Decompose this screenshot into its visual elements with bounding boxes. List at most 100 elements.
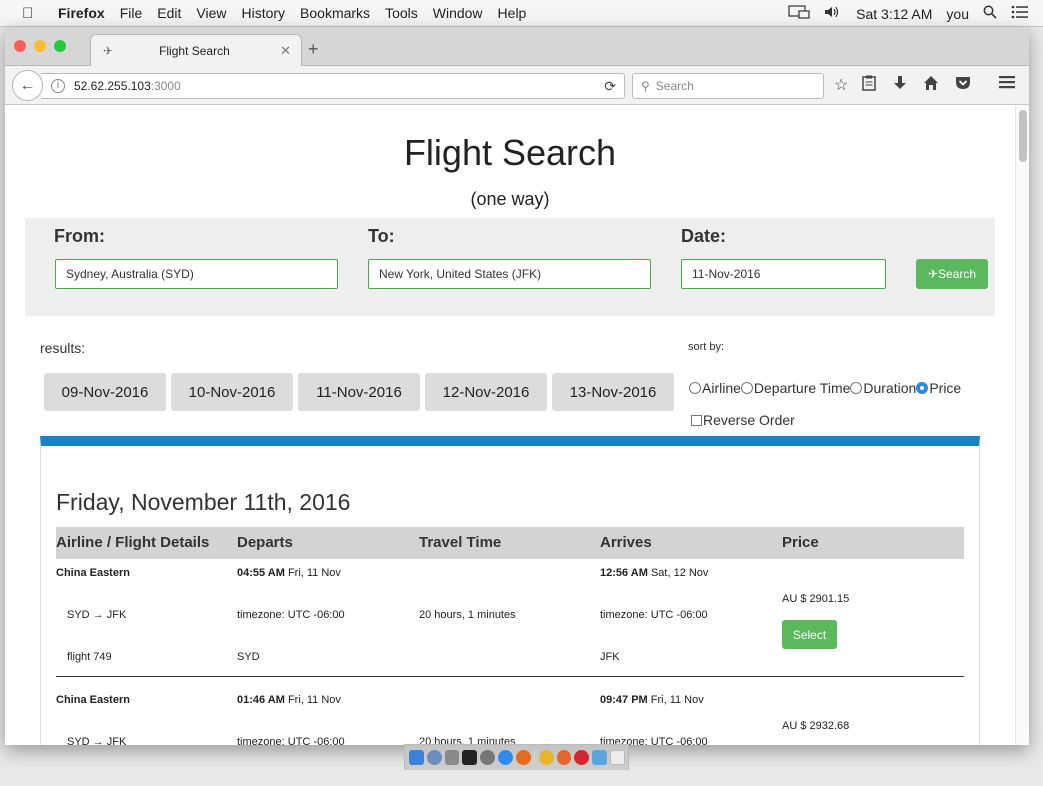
downloads-folder-icon[interactable] xyxy=(592,750,608,765)
sort-duration-radio[interactable] xyxy=(850,382,863,394)
from-field[interactable]: Sydney, Australia (SYD) xyxy=(55,259,338,289)
sort-departure-label[interactable]: Departure Time xyxy=(754,380,850,396)
dock-separator xyxy=(533,750,535,765)
apple-logo-icon[interactable]:  xyxy=(22,5,44,22)
search-input[interactable]: ⚲ Search xyxy=(632,73,824,99)
firefox-icon[interactable] xyxy=(515,750,531,765)
date-field[interactable]: 11-Nov-2016 xyxy=(681,259,886,289)
minimize-window-icon[interactable] xyxy=(34,40,46,52)
col-departs: Departs xyxy=(237,534,293,551)
pocket-icon[interactable] xyxy=(955,75,971,96)
arrive-date: Sat, 12 Nov xyxy=(647,567,709,579)
row-divider xyxy=(56,676,964,677)
arrive-timezone: timezone: UTC -06:00 xyxy=(600,609,708,621)
launchpad-icon[interactable] xyxy=(444,750,460,765)
mac-dock xyxy=(404,744,629,770)
back-button[interactable]: ← xyxy=(12,70,43,101)
depart-time: 01:46 AM xyxy=(237,694,285,706)
chrome-icon[interactable] xyxy=(538,750,554,765)
date-tab-10-nov[interactable]: 10-Nov-2016 xyxy=(171,373,293,411)
date-tab-12-nov[interactable]: 12-Nov-2016 xyxy=(425,373,547,411)
tab-strip: ✈ Flight Search ✕ + xyxy=(5,27,1029,66)
siri-icon[interactable] xyxy=(426,750,442,765)
reverse-order-label[interactable]: Reverse Order xyxy=(703,412,795,428)
reload-icon[interactable]: ⟳ xyxy=(604,78,616,95)
sort-airline-radio[interactable] xyxy=(689,382,701,394)
date-tab-13-nov[interactable]: 13-Nov-2016 xyxy=(552,373,674,411)
tab-flight-search[interactable]: ✈ Flight Search ✕ xyxy=(90,34,302,66)
menu-app-firefox[interactable]: Firefox xyxy=(58,5,105,21)
select-button[interactable]: Select xyxy=(782,620,837,649)
depart-timezone: timezone: UTC -06:00 xyxy=(237,736,345,745)
terminal-icon[interactable] xyxy=(462,750,478,765)
sort-departure-radio[interactable] xyxy=(740,382,753,394)
search-button[interactable]: ✈ Search xyxy=(916,259,988,289)
downloads-icon[interactable] xyxy=(893,75,907,96)
menu-history[interactable]: History xyxy=(241,5,285,21)
results-table-header: Airline / Flight Details Departs Travel … xyxy=(56,527,964,559)
price: AU $ 2901.15 xyxy=(782,593,850,605)
col-travel-time: Travel Time xyxy=(419,534,502,551)
menu-help[interactable]: Help xyxy=(498,5,527,21)
from-label: From: xyxy=(54,226,105,246)
scrollbar-thumb[interactable] xyxy=(1019,110,1027,162)
search-button-label: Search xyxy=(938,267,977,281)
route: SYD → JFK xyxy=(67,736,127,745)
volume-icon[interactable] xyxy=(824,5,842,22)
close-window-icon[interactable] xyxy=(14,40,26,52)
sort-airline-label[interactable]: Airline xyxy=(702,380,741,396)
sort-duration-label[interactable]: Duration xyxy=(863,380,916,396)
notification-center-icon[interactable] xyxy=(1011,5,1029,22)
page-subtitle: (one way) xyxy=(470,189,550,209)
arrive-time: 12:56 AM xyxy=(600,567,648,579)
url-port: :3000 xyxy=(150,79,181,93)
system-preferences-icon[interactable] xyxy=(480,750,496,765)
route: SYD → JFK xyxy=(67,609,127,621)
flight-number: flight 749 xyxy=(67,651,112,663)
menu-bookmarks[interactable]: Bookmarks xyxy=(300,5,370,21)
zoom-window-icon[interactable] xyxy=(54,40,66,52)
screen-mirroring-icon[interactable] xyxy=(788,5,810,22)
reading-list-icon[interactable] xyxy=(862,75,876,96)
sort-price-label[interactable]: Price xyxy=(929,380,961,396)
menubar-user[interactable]: you xyxy=(946,6,969,22)
bookmark-star-icon[interactable]: ☆ xyxy=(834,75,848,95)
menu-edit[interactable]: Edit xyxy=(157,5,181,21)
search-form: From: To: Date: Sydney, Australia (SYD) … xyxy=(25,218,995,316)
close-tab-icon[interactable]: ✕ xyxy=(280,43,291,59)
sort-options: Airline Departure Time Duration Price xyxy=(689,380,961,396)
page-scrollbar[interactable] xyxy=(1015,106,1029,745)
depart-date: Fri, 11 Nov xyxy=(284,694,341,706)
menu-tools[interactable]: Tools xyxy=(385,5,418,21)
price: AU $ 2932.68 xyxy=(782,720,850,732)
reverse-order-checkbox[interactable] xyxy=(691,414,702,426)
trash-icon[interactable] xyxy=(610,750,625,765)
date-tab-11-nov[interactable]: 11-Nov-2016 xyxy=(298,373,420,411)
url-text[interactable]: 52.62.255.103:3000 xyxy=(74,79,181,93)
menu-view[interactable]: View xyxy=(196,5,226,21)
hamburger-menu-icon[interactable] xyxy=(999,75,1015,94)
depart-timezone: timezone: UTC -06:00 xyxy=(237,609,345,621)
date-tab-09-nov[interactable]: 09-Nov-2016 xyxy=(44,373,166,411)
home-icon[interactable] xyxy=(923,75,939,96)
menubar-clock[interactable]: Sat 3:12 AM xyxy=(856,6,932,22)
arrive-datetime: 12:56 AM Sat, 12 Nov xyxy=(600,567,708,579)
spotlight-icon[interactable] xyxy=(983,5,997,22)
results-label: results: xyxy=(40,340,86,356)
to-field[interactable]: New York, United States (JFK) xyxy=(368,259,651,289)
safari-icon[interactable] xyxy=(498,750,513,765)
menu-window[interactable]: Window xyxy=(433,5,483,21)
url-bar[interactable]: i 52.62.255.103:3000 ⟳ xyxy=(41,73,625,99)
tab-title: Flight Search xyxy=(159,43,230,58)
site-info-icon[interactable]: i xyxy=(51,79,65,93)
opera-icon[interactable] xyxy=(574,750,590,765)
new-tab-icon[interactable]: + xyxy=(308,39,319,60)
finder-icon[interactable] xyxy=(409,750,424,765)
travel-time: 20 hours, 1 minutes xyxy=(419,609,516,621)
sort-price-radio[interactable] xyxy=(916,382,929,394)
menu-file[interactable]: File xyxy=(120,5,143,21)
firefox-developer-icon[interactable] xyxy=(556,750,572,765)
depart-airport: SYD xyxy=(237,651,260,663)
col-arrives: Arrives xyxy=(600,534,652,551)
results-panel: Friday, November 11th, 2016 Airline / Fl… xyxy=(40,436,980,745)
